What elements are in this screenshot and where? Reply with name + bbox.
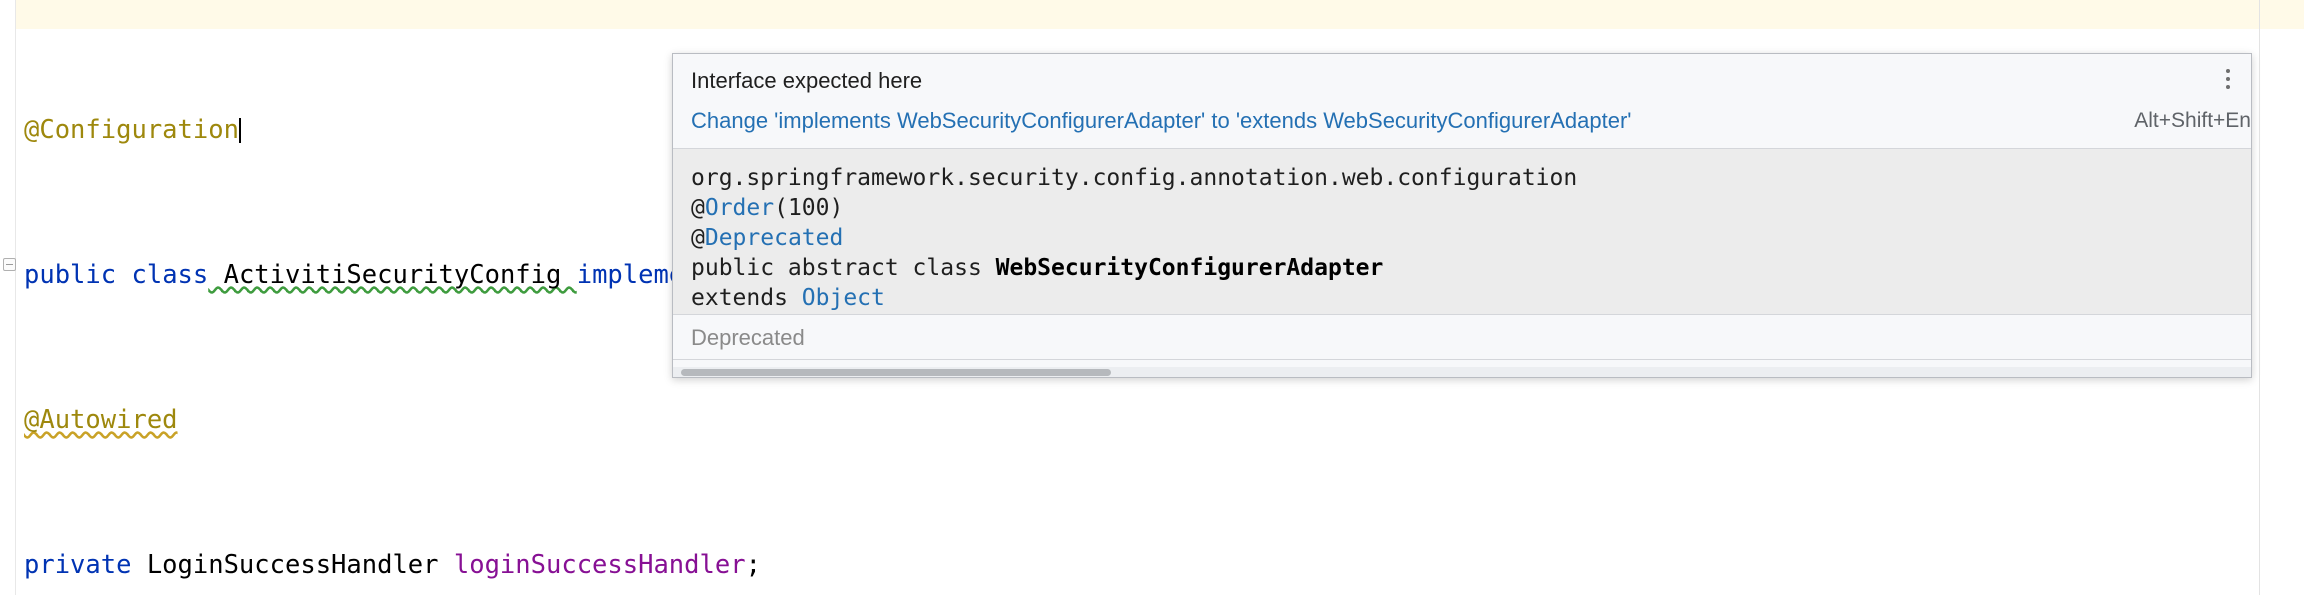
- token-annotation-autowired: @Autowired: [24, 405, 178, 435]
- token-public: public: [24, 260, 117, 290]
- doc-annotation-order: Order: [704, 195, 775, 221]
- token-annotation-configuration: @Configuration: [24, 115, 239, 145]
- token-space-1: [116, 260, 131, 290]
- token-class-name: ActivitiSecurityConfig: [208, 260, 577, 290]
- quickfix-shortcut-label: Alt+Shift+En: [2134, 109, 2251, 132]
- popup-header: Interface expected here: [673, 54, 2251, 100]
- editor-gutter[interactable]: [0, 0, 16, 595]
- popup-deprecated-label: Deprecated: [673, 315, 2251, 359]
- doc-class-name: WebSecurityConfigurerAdapter: [995, 255, 1384, 281]
- doc-package-name: org.springframework.security.config.anno…: [691, 165, 1578, 191]
- doc-order-at: @: [691, 195, 705, 221]
- popup-title: Interface expected here: [691, 68, 923, 93]
- popup-quickfix-row[interactable]: Change 'implements WebSecurityConfigurer…: [673, 100, 2251, 148]
- token-private: private: [24, 550, 132, 580]
- doc-annotation-deprecated: Deprecated: [704, 225, 844, 251]
- code-fold-toggle-icon[interactable]: [3, 258, 16, 271]
- token-type-loginsuccesshandler: LoginSuccessHandler: [131, 550, 454, 580]
- token-field-name: loginSuccessHandler: [453, 550, 746, 580]
- text-caret: [238, 118, 241, 143]
- popup-scrollbar-thumb[interactable]: [681, 369, 1111, 376]
- code-line-annotation-autowired[interactable]: @Autowired: [24, 406, 2294, 435]
- more-options-icon-top[interactable]: [2217, 64, 2239, 94]
- doc-extends-type[interactable]: Object: [802, 285, 885, 311]
- token-semicolon: ;: [745, 550, 761, 580]
- doc-class-modifiers: public abstract class: [691, 255, 996, 281]
- inspection-documentation-popup[interactable]: Interface expected here Change 'implemen…: [672, 53, 2252, 378]
- token-class: class: [131, 260, 209, 290]
- doc-extends-keyword: extends: [691, 285, 802, 311]
- popup-horizontal-scrollbar[interactable]: [673, 367, 2251, 377]
- doc-order-args: (100): [774, 195, 844, 221]
- quickfix-link-change-implements-to-extends[interactable]: Change 'implements WebSecurityConfigurer…: [691, 108, 1631, 133]
- doc-deprecated-at: @: [691, 225, 705, 251]
- screen-root: @Configuration public class ActivitiSecu…: [0, 0, 2304, 595]
- code-line-field-loginsuccesshandler[interactable]: private LoginSuccessHandler loginSuccess…: [24, 551, 2294, 580]
- popup-documentation-body: org.springframework.security.config.anno…: [673, 149, 2251, 314]
